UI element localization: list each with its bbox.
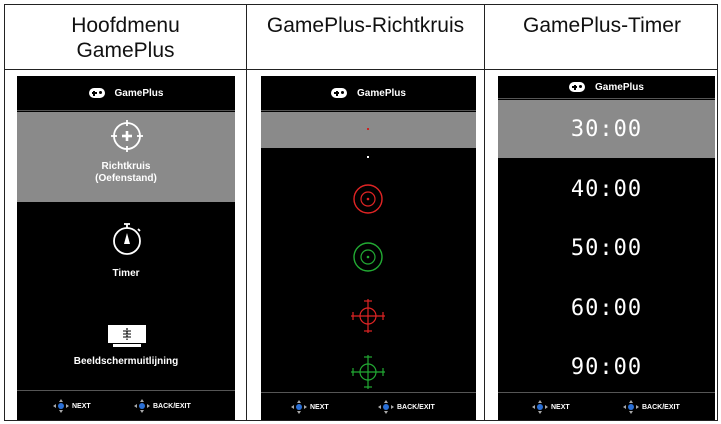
back-exit-label: BACK/EXIT: [397, 403, 435, 411]
back-exit-button[interactable]: BACK/EXIT: [134, 399, 191, 413]
next-button[interactable]: NEXT: [532, 400, 570, 414]
timer-value: 30:00: [570, 117, 643, 142]
crosshair-option-red-dot[interactable]: [261, 112, 476, 148]
monitor-alignment-icon: [108, 325, 146, 347]
joystick-icon: [53, 399, 69, 413]
green-circle-crosshair-icon[interactable]: [352, 241, 384, 273]
menu-item-label: Richtkruis (Oefenstand): [95, 161, 157, 184]
menu-item-label: Beeldschermuitlijning: [73, 356, 179, 367]
crosshair-icon: [111, 120, 143, 152]
gamepad-icon: [88, 88, 105, 98]
divider: [261, 392, 476, 393]
header-crosshair: GamePlus-Richtkruis: [266, 14, 465, 37]
timer-option[interactable]: 60:00: [498, 296, 715, 321]
timer-option[interactable]: 90:00: [498, 355, 715, 380]
screen-title-bar: GamePlus: [17, 76, 235, 110]
header-main-menu: Hoofdmenu GamePlus: [71, 14, 180, 62]
screen-title: GamePlus: [595, 81, 644, 93]
timer-option-selected[interactable]: 30:00: [498, 100, 715, 158]
menu-item-label: Timer: [112, 268, 140, 279]
red-cross-crosshair-icon[interactable]: [350, 298, 386, 334]
next-label: NEXT: [310, 403, 329, 411]
timer-screen: GamePlus 30:00 40:00 50:00 60:00 90:00 N…: [498, 76, 715, 420]
next-label: NEXT: [551, 403, 570, 411]
joystick-icon: [623, 400, 639, 414]
joystick-icon: [134, 399, 150, 413]
nav-bar: NEXT BACK/EXIT: [498, 394, 715, 420]
divider: [498, 98, 715, 99]
crosshair-option-white-dot[interactable]: [261, 148, 476, 184]
nav-bar: NEXT BACK/EXIT: [261, 394, 476, 420]
divider: [17, 390, 235, 391]
green-cross-crosshair-icon[interactable]: [350, 354, 386, 390]
back-exit-label: BACK/EXIT: [642, 403, 680, 411]
next-button[interactable]: NEXT: [53, 399, 91, 413]
screen-title: GamePlus: [114, 87, 164, 99]
timer-option[interactable]: 40:00: [498, 177, 715, 202]
back-exit-label: BACK/EXIT: [153, 402, 191, 410]
screen-title: GamePlus: [357, 87, 406, 99]
nav-bar: NEXT BACK/EXIT: [17, 392, 235, 420]
divider: [261, 110, 476, 111]
white-dot-icon: [367, 156, 369, 158]
menu-item-timer[interactable]: Timer: [17, 206, 235, 286]
back-exit-button[interactable]: BACK/EXIT: [378, 400, 435, 414]
screen-title-bar: GamePlus: [498, 76, 715, 98]
gamepad-icon: [331, 88, 348, 98]
main-menu-screen: GamePlus Richtkruis (Oefenstand) Timer B…: [17, 76, 235, 420]
divider: [17, 110, 235, 111]
joystick-icon: [378, 400, 394, 414]
menu-item-crosshair[interactable]: Richtkruis (Oefenstand): [17, 112, 235, 202]
menu-item-display-alignment[interactable]: Beeldschermuitlijning: [17, 296, 235, 386]
back-exit-button[interactable]: BACK/EXIT: [623, 400, 680, 414]
red-circle-crosshair-icon[interactable]: [352, 183, 384, 215]
crosshair-screen: GamePlus NEXT BACK/EXIT: [261, 76, 476, 420]
gamepad-icon: [569, 82, 586, 92]
next-label: NEXT: [72, 402, 91, 410]
stopwatch-icon: [113, 223, 141, 255]
header-timer: GamePlus-Timer: [523, 14, 681, 37]
comparison-table: Hoofdmenu GamePlus GamePlus-Richtkruis G…: [4, 4, 718, 421]
screen-title-bar: GamePlus: [261, 76, 476, 110]
timer-option[interactable]: 50:00: [498, 236, 715, 261]
joystick-icon: [532, 400, 548, 414]
divider: [498, 392, 715, 393]
header-divider: [5, 69, 717, 70]
next-button[interactable]: NEXT: [291, 400, 329, 414]
joystick-icon: [291, 400, 307, 414]
red-dot-icon: [367, 128, 369, 130]
